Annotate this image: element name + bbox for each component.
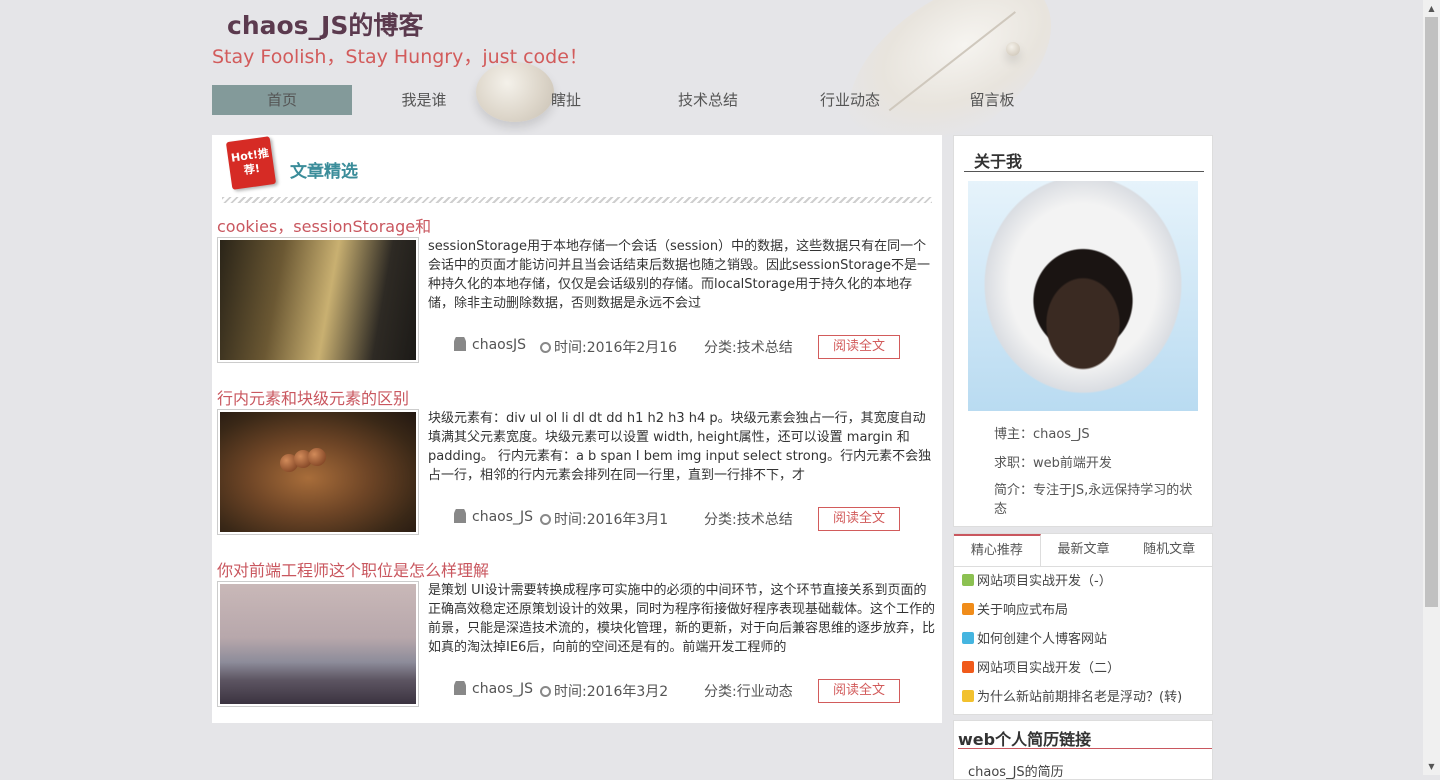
- user-icon: [454, 681, 466, 695]
- post-category: 分类:技术总结: [704, 512, 793, 528]
- list-item[interactable]: 关于响应式布局: [954, 596, 1212, 625]
- author-name: chaosJS: [472, 337, 527, 353]
- scroll-down-icon[interactable]: ▼: [1423, 758, 1440, 775]
- article-thumbnail[interactable]: [217, 237, 419, 363]
- article-meta: chaosJS 时间:2016年2月16 分类:技术总结 阅读全文: [454, 335, 934, 359]
- about-job: 求职：web前端开发: [994, 456, 1112, 471]
- tab-latest[interactable]: 最新文章: [1041, 534, 1127, 566]
- time-meta: 时间:2016年2月16: [540, 337, 677, 357]
- article-item: 行内元素和块级元素的区别 块级元素有：div ul ol li dl dt dd…: [212, 385, 942, 557]
- user-icon: [454, 509, 466, 523]
- list-item-label: 网站项目实战开发（二）: [977, 661, 1121, 676]
- about-blogger: 博主：chaos_JS: [994, 427, 1090, 442]
- bullet-icon: [962, 661, 974, 673]
- main-nav: 首页 我是谁 瞎扯 技术总结 行业动态 留言板: [212, 85, 1064, 115]
- article-title[interactable]: 行内元素和块级元素的区别: [217, 385, 409, 409]
- article-title[interactable]: 你对前端工程师这个职位是怎么样理解: [217, 557, 489, 581]
- article-item: cookies，sessionStorage和 sessionStorage用于…: [212, 213, 942, 385]
- resume-link[interactable]: chaos_JS的简历: [968, 761, 1064, 780]
- post-time: 时间:2016年2月16: [554, 340, 678, 356]
- nav-item-tech[interactable]: 技术总结: [638, 85, 778, 115]
- article-item: 你对前端工程师这个职位是怎么样理解 是策划 UI设计需要转换成程序可实施中的必须…: [212, 557, 942, 729]
- bullet-icon: [962, 603, 974, 615]
- list-item-label: 如何创建个人博客网站: [977, 632, 1108, 647]
- time-meta: 时间:2016年3月1: [540, 509, 668, 529]
- bullet-icon: [962, 632, 974, 644]
- read-more-button[interactable]: 阅读全文: [818, 679, 900, 703]
- post-category: 分类:行业动态: [704, 684, 793, 700]
- recommend-tabs-panel: 精心推荐 最新文章 随机文章 网站项目实战开发（-） 关于响应式布局 如何创建个…: [953, 533, 1213, 715]
- list-item[interactable]: 网站项目实战开发（二）: [954, 654, 1212, 683]
- tab-random[interactable]: 随机文章: [1126, 534, 1212, 566]
- article-thumbnail[interactable]: [217, 581, 419, 707]
- clock-icon: [540, 342, 551, 353]
- list-item-label: 为什么新站前期排名老是浮动？(转): [977, 690, 1183, 705]
- recommend-list: 网站项目实战开发（-） 关于响应式布局 如何创建个人博客网站 网站项目实战开发（…: [954, 567, 1212, 712]
- avatar: [968, 181, 1198, 411]
- time-meta: 时间:2016年3月2: [540, 681, 668, 701]
- section-title: 文章精选: [290, 162, 358, 182]
- about-me-panel: 关于我 博主：chaos_JS 求职：web前端开发 简介：专注于JS,永远保持…: [953, 135, 1213, 527]
- tab-bar: 精心推荐 最新文章 随机文章: [954, 534, 1212, 567]
- clock-icon: [540, 686, 551, 697]
- list-item-label: 网站项目实战开发（-）: [977, 574, 1112, 589]
- list-item-label: 关于响应式布局: [977, 603, 1069, 618]
- author-name: chaos_JS: [472, 681, 534, 697]
- page-scrollbar[interactable]: ▲ ▼: [1423, 0, 1440, 775]
- bullet-icon: [962, 574, 974, 586]
- waterdrop-decoration: [1006, 42, 1020, 56]
- author-name: chaos_JS: [472, 509, 534, 525]
- read-more-button[interactable]: 阅读全文: [818, 507, 900, 531]
- article-meta: chaos_JS 时间:2016年3月1 分类:技术总结 阅读全文: [454, 507, 934, 531]
- author-meta: chaos_JS: [454, 509, 533, 525]
- scroll-up-icon[interactable]: ▲: [1423, 0, 1440, 17]
- article-summary: sessionStorage用于本地存储一个会话（session）中的数据，这些…: [428, 239, 930, 311]
- article-title[interactable]: cookies，sessionStorage和: [217, 213, 431, 237]
- about-intro: 简介：专注于JS,永远保持学习的状态: [994, 483, 1193, 517]
- author-meta: chaos_JS: [454, 681, 533, 697]
- article-summary: 块级元素有：div ul ol li dl dt dd h1 h2 h3 h4 …: [428, 411, 932, 483]
- featured-articles-panel: Hot!推荐! 文章精选 cookies，sessionStorage和 ses…: [212, 135, 942, 723]
- zigzag-divider: [222, 197, 932, 203]
- nav-item-whoami[interactable]: 我是谁: [354, 85, 494, 115]
- tab-recommended[interactable]: 精心推荐: [954, 534, 1041, 566]
- list-item[interactable]: 为什么新站前期排名老是浮动？(转): [954, 683, 1212, 712]
- nav-item-guestbook[interactable]: 留言板: [922, 85, 1062, 115]
- section-header: Hot!推荐! 文章精选: [212, 135, 942, 205]
- site-slogan: Stay Foolish，Stay Hungry，just code！: [212, 46, 588, 68]
- post-time: 时间:2016年3月2: [554, 684, 669, 700]
- resume-title: web个人简历链接: [958, 726, 1212, 749]
- nav-item-industry[interactable]: 行业动态: [780, 85, 920, 115]
- bullet-icon: [962, 690, 974, 702]
- resume-panel: web个人简历链接 chaos_JS的简历: [953, 720, 1213, 780]
- post-category: 分类:技术总结: [704, 340, 793, 356]
- article-meta: chaos_JS 时间:2016年3月2 分类:行业动态 阅读全文: [454, 679, 934, 703]
- post-time: 时间:2016年3月1: [554, 512, 669, 528]
- scroll-thumb[interactable]: [1425, 17, 1438, 607]
- article-thumbnail[interactable]: [217, 409, 419, 535]
- author-meta: chaosJS: [454, 337, 526, 353]
- article-summary: 是策划 UI设计需要转换成程序可实施中的必须的中间环节，这个环节直接关系到页面的…: [428, 583, 936, 655]
- list-item[interactable]: 如何创建个人博客网站: [954, 625, 1212, 654]
- nav-item-chat[interactable]: 瞎扯: [496, 85, 636, 115]
- user-icon: [454, 337, 466, 351]
- site-title: chaos_JS的博客: [227, 11, 424, 40]
- about-title: 关于我: [964, 148, 1204, 172]
- list-item[interactable]: 网站项目实战开发（-）: [954, 567, 1212, 596]
- read-more-button[interactable]: 阅读全文: [818, 335, 900, 359]
- nav-item-home[interactable]: 首页: [212, 85, 352, 115]
- clock-icon: [540, 514, 551, 525]
- hot-badge-icon: Hot!推荐!: [225, 136, 277, 190]
